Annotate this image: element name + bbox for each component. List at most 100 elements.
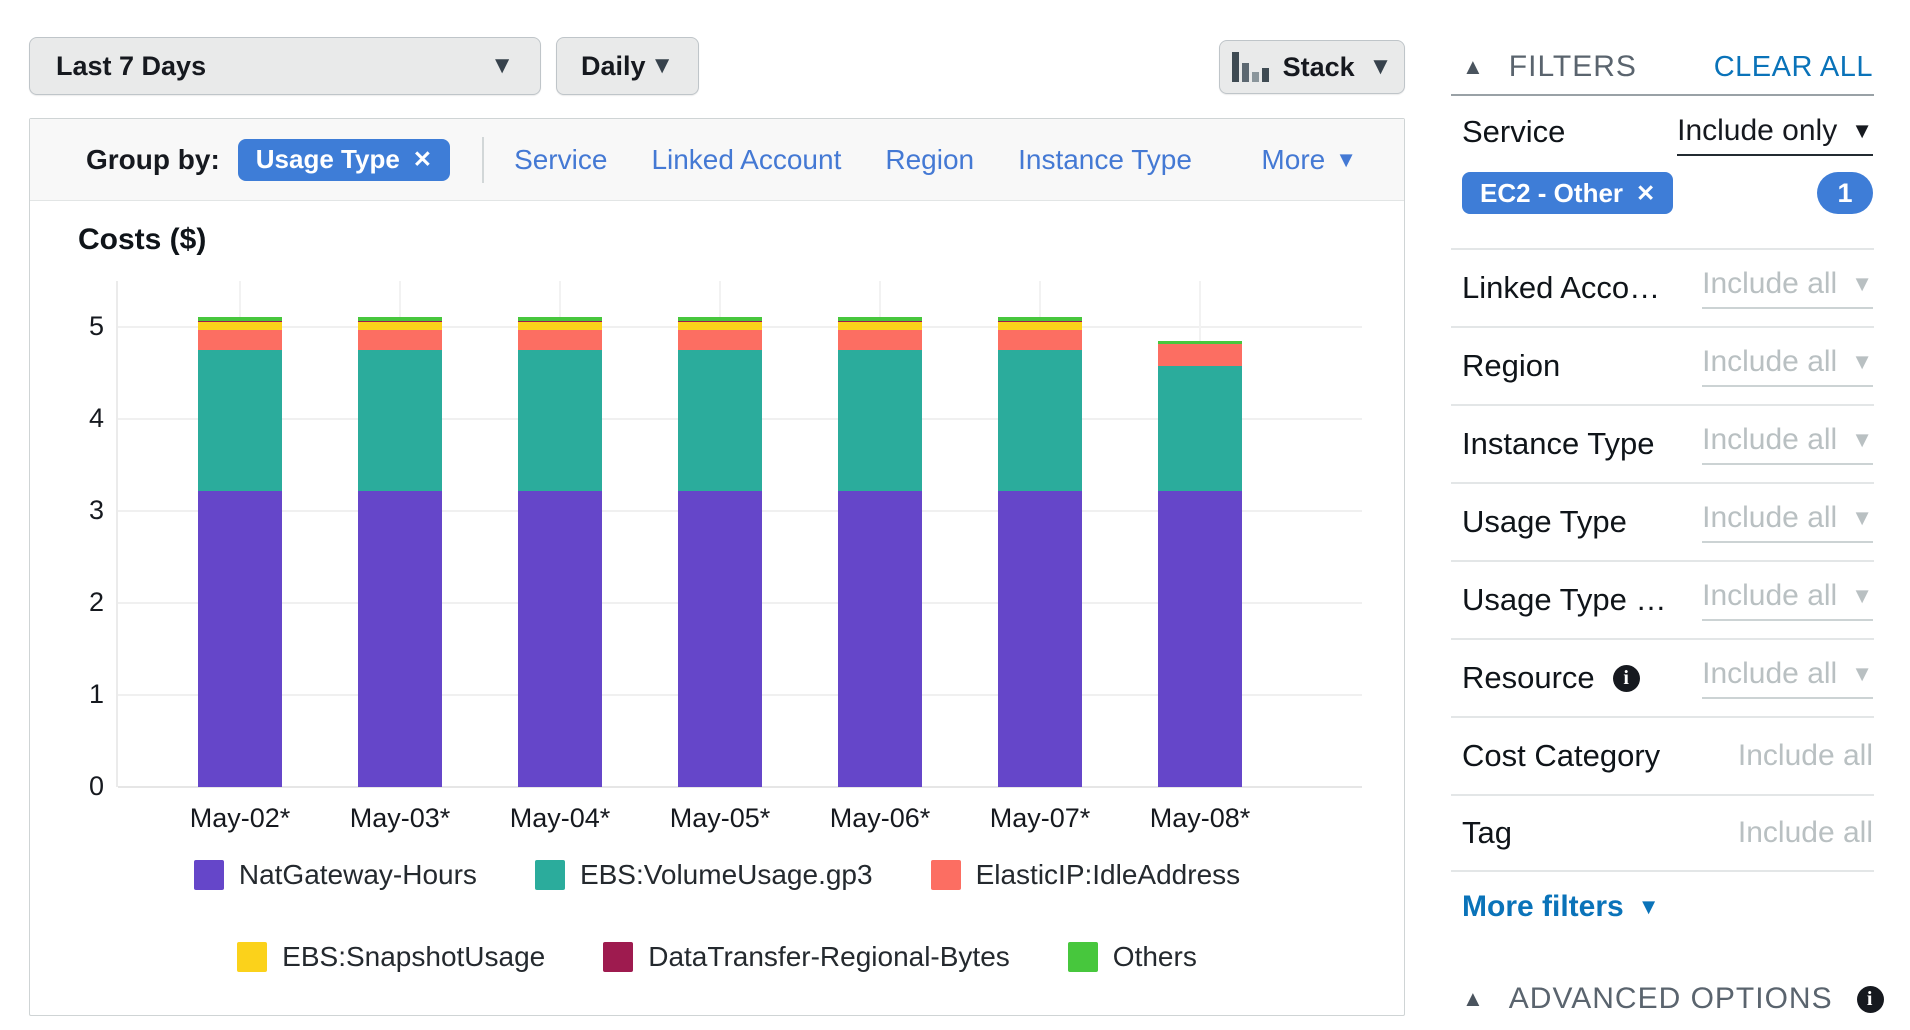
filter-include-dropdown[interactable]: Include all ▼	[1702, 423, 1873, 465]
bar-segment-EBS:SnapshotUsage[interactable]	[838, 322, 922, 330]
bar-segment-ElasticIP:IdleAddress[interactable]	[198, 330, 282, 350]
filter-label-text: Usage Type …	[1462, 582, 1666, 618]
filter-include-dropdown[interactable]: Include all▼	[1702, 657, 1873, 699]
filter-include-dropdown[interactable]: Include all▼	[1702, 501, 1873, 543]
y-axis-tick-label: 5	[30, 311, 104, 342]
chart-title: Costs ($)	[78, 223, 206, 257]
bar-segment-EBS:SnapshotUsage[interactable]	[998, 322, 1082, 330]
group-by-link-instance-type[interactable]: Instance Type	[1018, 144, 1192, 176]
bar-segment-NatGateway-Hours[interactable]	[838, 491, 922, 787]
service-include-only-dropdown[interactable]: Include only ▼	[1677, 114, 1873, 156]
granularity-value: Daily	[581, 51, 646, 82]
bar-segment-NatGateway-Hours[interactable]	[518, 491, 602, 787]
y-axis-tick-label: 4	[30, 403, 104, 434]
close-icon[interactable]: ✕	[413, 146, 432, 173]
close-icon[interactable]: ✕	[1636, 180, 1655, 207]
bar-segment-EBS:SnapshotUsage[interactable]	[358, 322, 442, 330]
info-icon[interactable]: i	[1613, 665, 1640, 692]
filter-include-value: Include all	[1702, 501, 1837, 535]
x-axis-tick-label: May-05*	[670, 803, 771, 834]
bar-segment-ElasticIP:IdleAddress[interactable]	[518, 330, 602, 350]
legend-label: ElasticIP:IdleAddress	[976, 859, 1241, 891]
bar-May-02[interactable]	[198, 317, 282, 787]
filter-row: Usage Type … Include all▼	[1451, 560, 1874, 638]
clear-all-button[interactable]: CLEAR ALL	[1714, 51, 1873, 84]
legend-row: EBS:SnapshotUsageDataTransfer-Regional-B…	[30, 941, 1404, 973]
legend-swatch	[603, 942, 633, 972]
group-by-label: Group by:	[86, 144, 220, 176]
chevron-down-icon: ▼	[1851, 663, 1873, 685]
group-by-more-dropdown[interactable]: More ▼	[1261, 144, 1357, 176]
more-filters-button[interactable]: More filters ▼	[1462, 890, 1660, 924]
bar-May-07[interactable]	[998, 317, 1082, 787]
divider	[482, 137, 484, 183]
filter-include-dropdown[interactable]: Include all▼	[1702, 267, 1873, 309]
info-icon[interactable]: i	[1857, 986, 1884, 1013]
chevron-down-icon: ▼	[1369, 55, 1393, 79]
service-filter-chip-ec2-other[interactable]: EC2 - Other ✕	[1462, 172, 1673, 214]
advanced-options-toggle[interactable]: ▲ ADVANCED OPTIONS i	[1462, 982, 1884, 1016]
bar-segment-EBS:VolumeUsage.gp3[interactable]	[678, 350, 762, 491]
bar-segment-ElasticIP:IdleAddress[interactable]	[358, 330, 442, 350]
bar-segment-NatGateway-Hours[interactable]	[198, 491, 282, 787]
chevron-down-icon: ▼	[1851, 429, 1873, 451]
filter-label: Linked Acco…	[1462, 270, 1660, 306]
service-filter-count-badge: 1	[1817, 172, 1873, 214]
y-axis-tick-label: 1	[30, 679, 104, 710]
bar-segment-EBS:VolumeUsage.gp3[interactable]	[358, 350, 442, 491]
filter-include-value: Include all	[1702, 423, 1837, 457]
bar-segment-NatGateway-Hours[interactable]	[998, 491, 1082, 787]
bar-segment-ElasticIP:IdleAddress[interactable]	[838, 330, 922, 350]
legend-label: DataTransfer-Regional-Bytes	[648, 941, 1010, 973]
x-axis-tick-label: May-02*	[190, 803, 291, 834]
bar-May-04[interactable]	[518, 317, 602, 787]
bar-segment-NatGateway-Hours[interactable]	[1158, 491, 1242, 787]
bar-segment-EBS:SnapshotUsage[interactable]	[198, 322, 282, 330]
filter-label-text: Tag	[1462, 815, 1512, 851]
bar-segment-ElasticIP:IdleAddress[interactable]	[998, 330, 1082, 350]
legend-swatch	[535, 860, 565, 890]
bar-segment-ElasticIP:IdleAddress[interactable]	[1158, 344, 1242, 366]
filter-label: Instance Type	[1462, 426, 1654, 462]
bar-segment-EBS:SnapshotUsage[interactable]	[518, 322, 602, 330]
group-by-link-linked-account[interactable]: Linked Account	[651, 144, 841, 176]
filter-include-dropdown[interactable]: Include all	[1738, 816, 1873, 850]
bar-May-06[interactable]	[838, 317, 922, 787]
filter-include-value: Include all	[1738, 816, 1873, 850]
bar-segment-EBS:VolumeUsage.gp3[interactable]	[1158, 366, 1242, 491]
cost-explorer-page: Last 7 Days ▼ Daily ▼ Stack ▼ Group by: …	[0, 0, 1910, 1030]
bar-segment-EBS:VolumeUsage.gp3[interactable]	[838, 350, 922, 491]
bar-May-05[interactable]	[678, 317, 762, 787]
chevron-down-icon: ▼	[1851, 120, 1873, 142]
filter-include-dropdown[interactable]: Include all▼	[1702, 345, 1873, 387]
bar-segment-EBS:VolumeUsage.gp3[interactable]	[198, 350, 282, 491]
filter-include-dropdown[interactable]: Include all▼	[1702, 579, 1873, 621]
bar-May-03[interactable]	[358, 317, 442, 787]
x-axis-tick-label: May-04*	[510, 803, 611, 834]
filters-collapse-toggle[interactable]: ▲ FILTERS	[1462, 50, 1637, 84]
group-by-links: Service Linked Account Region Instance Type	[514, 144, 1192, 176]
bar-segment-NatGateway-Hours[interactable]	[678, 491, 762, 787]
bar-segment-EBS:VolumeUsage.gp3[interactable]	[518, 350, 602, 491]
filters-header-label: FILTERS	[1509, 50, 1637, 84]
group-by-chip-usage-type[interactable]: Usage Type ✕	[238, 139, 450, 181]
bar-segment-ElasticIP:IdleAddress[interactable]	[678, 330, 762, 350]
group-by-link-service[interactable]: Service	[514, 144, 607, 176]
legend-label: EBS:VolumeUsage.gp3	[580, 859, 873, 891]
chart-style-value: Stack	[1283, 52, 1355, 83]
bar-segment-EBS:VolumeUsage.gp3[interactable]	[998, 350, 1082, 491]
filter-label: Usage Type …	[1462, 582, 1666, 618]
advanced-options-label: ADVANCED OPTIONS	[1509, 982, 1833, 1016]
chart-style-dropdown[interactable]: Stack ▼	[1219, 40, 1405, 94]
date-range-dropdown[interactable]: Last 7 Days ▼	[29, 37, 541, 95]
bar-May-08[interactable]	[1158, 341, 1242, 787]
group-by-link-region[interactable]: Region	[885, 144, 974, 176]
bar-segment-NatGateway-Hours[interactable]	[358, 491, 442, 787]
bar-segment-EBS:SnapshotUsage[interactable]	[678, 322, 762, 330]
group-by-bar: Group by: Usage Type ✕ Service Linked Acc…	[30, 119, 1404, 201]
granularity-dropdown[interactable]: Daily ▼	[556, 37, 699, 95]
date-range-value: Last 7 Days	[56, 51, 206, 82]
filter-include-dropdown[interactable]: Include all	[1738, 739, 1873, 773]
chevron-down-icon: ▼	[1638, 896, 1660, 918]
legend-item-DataTransfer-Regional-Bytes: DataTransfer-Regional-Bytes	[603, 941, 1010, 973]
